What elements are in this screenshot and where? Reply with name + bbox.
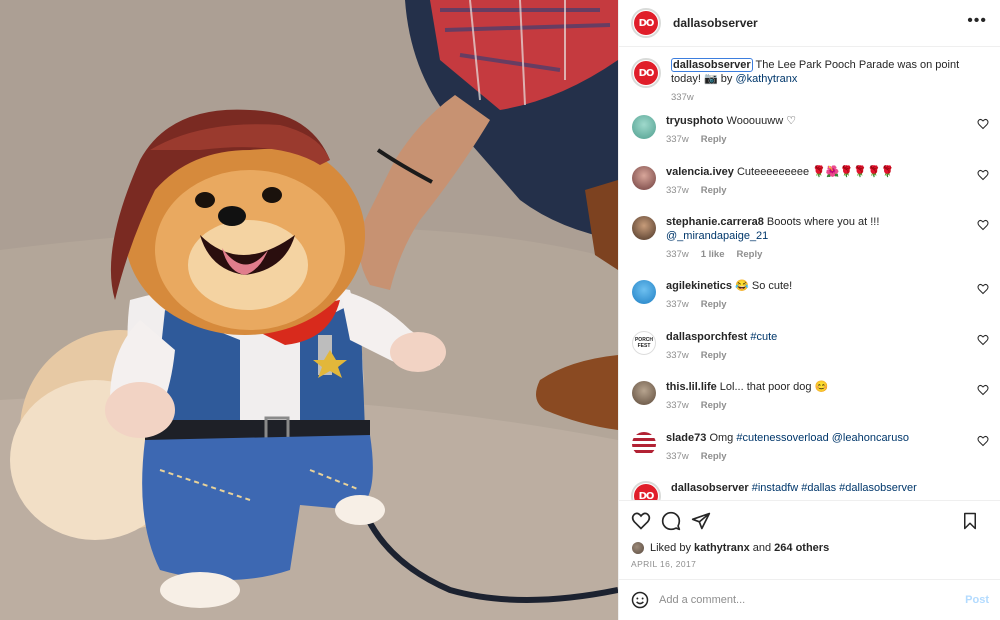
comment-text: 😂 So cute! [735,280,793,292]
avatar[interactable]: PORCH FEST [632,330,656,355]
avatar-logo-text: DO [634,61,658,85]
comment-username[interactable]: tryusphoto [666,115,723,127]
liked-by-user[interactable]: kathytranx [694,542,750,554]
avatar[interactable] [632,216,656,240]
heart-icon[interactable] [977,435,989,447]
more-icon[interactable]: ••• [967,13,987,29]
comment-item: DO dallasobserver #instadfw #dallas #dal… [631,481,989,500]
comment-age: 337w [666,400,689,411]
heart-icon[interactable] [977,334,989,346]
caption-age: 337w [671,92,694,103]
caption-mention[interactable]: @kathytranx [735,73,797,85]
comment-age: 337w [666,249,689,260]
share-icon[interactable] [691,511,711,531]
likes-count[interactable]: 264 others [774,542,829,554]
post-comment-button[interactable]: Post [965,594,989,606]
avatar [631,541,645,555]
comment-age: 337w [666,450,689,462]
comment-item: agilekinetics 😂 So cute! 337w Reply [631,279,989,330]
comment-item: this.lil.life Lol... that poor dog 😊 337… [631,380,989,431]
comment-username[interactable]: agilekinetics [666,280,732,292]
post-actions: Liked by kathytranx and 264 others APRIL… [619,500,1000,579]
dog-photo-illustration [0,0,618,620]
comment-username[interactable]: dallasobserver [671,482,749,494]
comment-username[interactable]: dallasporchfest [666,331,747,343]
reply-button[interactable]: Reply [701,185,727,196]
comment-username[interactable]: stephanie.carrera8 [666,216,764,228]
liked-by-and: and [752,542,772,554]
reply-button[interactable]: Reply [737,249,763,260]
avatar[interactable] [632,431,656,456]
caption-username[interactable]: dallasobserver [671,58,753,72]
reply-button[interactable]: Reply [701,350,727,361]
avatar[interactable] [632,115,656,139]
reply-button[interactable]: Reply [701,299,727,310]
avatar[interactable] [632,165,656,190]
comment-mention[interactable]: @_mirandapaige_21 [666,230,768,242]
avatar[interactable]: DO [631,481,661,500]
comment-item: tryusphoto Wooouuww ♡ 337w Reply [631,114,989,165]
comment-username[interactable]: valencia.ivey [666,166,734,178]
emoji-icon[interactable] [631,591,649,609]
avatar-logo-text: DO [634,11,658,35]
comments-list[interactable]: DO dallasobserver The Lee Park Pooch Par… [619,48,1000,500]
avatar[interactable]: DO [631,58,661,88]
comment-likes[interactable]: 1 like [701,249,725,260]
avatar[interactable] [632,280,656,304]
comment-username[interactable]: this.lil.life [666,381,717,393]
post-photo[interactable] [0,0,618,620]
heart-icon[interactable] [977,118,989,130]
post-author-username[interactable]: dallasobserver [673,16,758,30]
avatar[interactable]: DO [631,8,661,38]
post-details-panel: DO dallasobserver ••• DO dallasobserver … [618,0,1000,620]
post-caption: DO dallasobserver The Lee Park Pooch Par… [631,58,989,114]
likes-summary[interactable]: Liked by kathytranx and 264 others [631,541,989,555]
comment-age: 337w [666,299,689,310]
add-comment-bar: Post [619,579,1000,620]
reply-button[interactable]: Reply [701,134,727,145]
post-header: DO dallasobserver ••• [619,0,1000,47]
comment-age: 337w [666,349,689,361]
avatar[interactable] [632,381,656,405]
reply-button[interactable]: Reply [701,400,727,411]
heart-icon[interactable] [977,283,989,295]
comment-input[interactable] [659,594,929,606]
comment-icon[interactable] [661,511,681,531]
comment-text: Cuteeeeeeeee 🌹🌺🌹🌹🌹🌹 [736,165,895,178]
comment-mention[interactable]: #cute [750,331,777,343]
comment-mention[interactable]: #cutenessoverload @leahoncaruso [736,432,909,444]
post-modal: DO dallasobserver ••• DO dallasobserver … [0,0,1000,620]
heart-icon[interactable] [631,511,651,531]
comment-age: 337w [666,184,689,196]
reply-button[interactable]: Reply [701,451,727,462]
heart-icon[interactable] [977,219,989,231]
liked-by-prefix: Liked by [650,542,691,554]
comment-age: 337w [666,134,689,145]
avatar-logo-text: DO [634,484,658,500]
comment-text: Wooouuww ♡ [726,115,797,127]
post-date: APRIL 16, 2017 [631,559,697,569]
heart-icon[interactable] [977,384,989,396]
bookmark-icon[interactable] [961,512,979,530]
comment-item: stephanie.carrera8 Booots where you at !… [631,215,989,279]
heart-icon[interactable] [977,169,989,181]
comment-username[interactable]: slade73 [666,432,706,444]
comment-text: Booots where you at !!! [766,216,880,228]
comment-text: Lol... that poor dog 😊 [719,381,829,393]
comment-item: valencia.ivey Cuteeeeeeeee 🌹🌺🌹🌹🌹🌹 337w Re… [631,165,989,216]
comment-text: Omg [709,431,737,444]
comment-mention[interactable]: #instadfw #dallas #dallasobserver [752,482,917,494]
comment-item: PORCH FEST dallasporchfest #cute 337w Rep… [631,330,989,381]
comment-item: slade73 Omg #cutenessoverload @leahoncar… [631,431,989,482]
